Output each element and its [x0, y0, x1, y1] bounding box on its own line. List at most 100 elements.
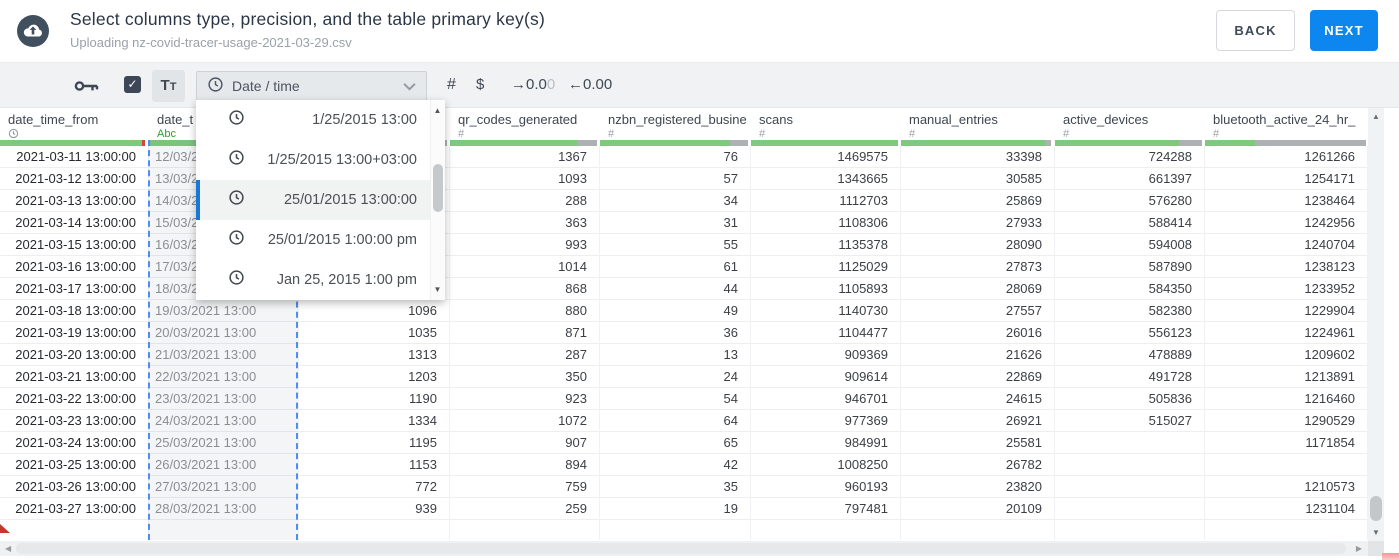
column-header[interactable]: bluetooth_active_24_hr_ #: [1205, 108, 1368, 140]
column-type-label: #: [458, 128, 465, 140]
increase-decimal-button[interactable]: →0.00: [511, 76, 555, 93]
csv-import-dialog: Select columns type, precision, and the …: [0, 0, 1399, 560]
scroll-down-icon[interactable]: ▼: [1368, 528, 1384, 537]
next-button[interactable]: NEXT: [1310, 10, 1378, 51]
table-cell: 1290529: [1205, 410, 1367, 432]
column-name: active_devices: [1063, 112, 1149, 127]
table-cell: 1242956: [1205, 212, 1367, 234]
table-cell: 13: [600, 344, 750, 366]
table-cell: 661397: [1055, 168, 1204, 190]
primary-key-button[interactable]: [74, 78, 102, 94]
table-cell: 55: [600, 234, 750, 256]
table-cell: 1112703: [751, 190, 900, 212]
table-cell: 907: [450, 432, 599, 454]
table-cell: 288: [450, 190, 599, 212]
column-type-label: #: [909, 128, 916, 140]
format-option[interactable]: 25/01/2015 13:00:00: [196, 180, 430, 220]
table-cell: 2021-03-12 13:00:00: [0, 168, 148, 190]
text-type-button[interactable]: TT: [152, 70, 185, 102]
table-cell: 34: [600, 190, 750, 212]
table-cell: 1213891: [1205, 366, 1367, 388]
table-cell: 1108306: [751, 212, 900, 234]
column-type-label: #: [759, 128, 766, 140]
table-cell: 42: [600, 454, 750, 476]
column-header[interactable]: active_devices #: [1055, 108, 1205, 140]
table-cell: 28/03/2021 13:00: [149, 498, 298, 520]
table-cell: 868: [450, 278, 599, 300]
vertical-scrollbar-thumb[interactable]: [1370, 496, 1382, 521]
dropdown-scrollbar-thumb[interactable]: [433, 164, 443, 212]
table-cell: 22869: [901, 366, 1054, 388]
table-cell: 44: [600, 278, 750, 300]
column-header[interactable]: qr_codes_generated #: [450, 108, 600, 140]
table-cell: 1140730: [751, 300, 900, 322]
table-cell: [1055, 498, 1204, 520]
table-cell: 363: [450, 212, 599, 234]
clock-icon: [207, 76, 224, 96]
table-column: date_time_from 2021-03-11 13:00:00 2021-03…: [0, 108, 149, 540]
table-cell: 2021-03-23 13:00:00: [0, 410, 148, 432]
format-option[interactable]: 25/01/2015 1:00:00 pm: [196, 220, 430, 260]
vertical-scrollbar[interactable]: ▲ ▼: [1368, 108, 1384, 541]
table-cell: 19/03/2021 13:00: [149, 300, 298, 322]
format-option-label: 1/25/2015 13:00+03:00: [267, 152, 417, 168]
dropdown-scrollbar[interactable]: ▲ ▼: [430, 100, 445, 300]
table-cell: 24/03/2021 13:00: [149, 410, 298, 432]
column-header[interactable]: manual_entries #: [901, 108, 1055, 140]
table-cell: 21/03/2021 13:00: [149, 344, 298, 366]
table-cell: 35: [600, 476, 750, 498]
table-cell: 724288: [1055, 146, 1204, 168]
clock-icon: [228, 189, 245, 211]
table-cell: 797481: [751, 498, 900, 520]
column-type-select-value: Date / time: [232, 78, 300, 94]
column-type-label: #: [608, 128, 615, 140]
table-cell: 587890: [1055, 256, 1204, 278]
format-option[interactable]: Jan 25, 2015 1:00 pm: [196, 260, 430, 300]
decrease-decimal-button[interactable]: ←0.00: [568, 76, 612, 93]
horizontal-scrollbar[interactable]: ◀ ▶: [0, 541, 1368, 556]
scroll-right-icon[interactable]: ▶: [1356, 544, 1362, 553]
table-column: qr_codes_generated #1367 1093 288 363 993 1014…: [450, 108, 600, 540]
table-cell: 54: [600, 388, 750, 410]
table-cell: 880: [450, 300, 599, 322]
table-cell: 259: [450, 498, 599, 520]
column-header[interactable]: scans #: [751, 108, 901, 140]
table-cell: 1240704: [1205, 234, 1367, 256]
date-format-dropdown: 1/25/2015 13:00 1/25/2015 13:00+03:00 25/0…: [196, 100, 445, 300]
table-cell: 2021-03-27 13:00:00: [0, 498, 148, 520]
table-cell: 1334: [299, 410, 449, 432]
table-cell: 2021-03-14 13:00:00: [0, 212, 148, 234]
table-cell: 1233952: [1205, 278, 1367, 300]
table-cell: 24615: [901, 388, 1054, 410]
currency-type-button[interactable]: $: [476, 76, 484, 93]
table-cell: 19: [600, 498, 750, 520]
column-header[interactable]: nzbn_registered_busine #: [600, 108, 751, 140]
table-cell: 21626: [901, 344, 1054, 366]
column-type-select[interactable]: Date / time: [196, 71, 427, 101]
table-cell: 1343665: [751, 168, 900, 190]
table-cell: 594008: [1055, 234, 1204, 256]
table-cell: 20109: [901, 498, 1054, 520]
table-cell: 31: [600, 212, 750, 234]
table-cell: 1210573: [1205, 476, 1367, 498]
table-cell: 287: [450, 344, 599, 366]
horizontal-scrollbar-thumb[interactable]: [16, 543, 1346, 554]
table-cell: 1231104: [1205, 498, 1367, 520]
table-cell: 26/03/2021 13:00: [149, 454, 298, 476]
scroll-up-icon[interactable]: ▲: [1368, 112, 1384, 121]
scroll-up-icon[interactable]: ▲: [431, 106, 444, 115]
table-cell: 2021-03-16 13:00:00: [0, 256, 148, 278]
scroll-down-icon[interactable]: ▼: [431, 285, 444, 294]
number-type-button[interactable]: #: [447, 76, 456, 94]
column-header[interactable]: date_time_from: [0, 108, 149, 140]
boolean-type-checkbox[interactable]: ✓: [124, 76, 141, 93]
back-button[interactable]: BACK: [1216, 10, 1295, 51]
scroll-left-icon[interactable]: ◀: [5, 544, 11, 553]
upload-cloud-icon: [17, 15, 49, 47]
dialog-header: Select columns type, precision, and the …: [0, 0, 1399, 62]
format-option[interactable]: 1/25/2015 13:00: [196, 100, 430, 140]
format-dropdown-list: 1/25/2015 13:00 1/25/2015 13:00+03:00 25/0…: [196, 100, 430, 300]
format-option[interactable]: 1/25/2015 13:00+03:00: [196, 140, 430, 180]
table-cell: [1205, 454, 1367, 476]
table-cell: 25869: [901, 190, 1054, 212]
